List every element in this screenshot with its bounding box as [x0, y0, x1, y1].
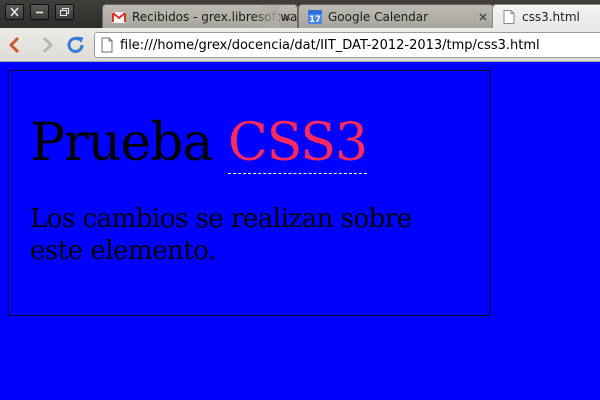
minimize-icon — [36, 11, 43, 14]
tab-title: css3.html — [522, 10, 580, 24]
tab-close-icon[interactable] — [281, 11, 293, 23]
forward-arrow-icon[interactable] — [34, 33, 58, 57]
close-icon — [10, 7, 19, 17]
paragraph-line: Los cambios se realizan sobre — [30, 204, 412, 234]
tab-css3-html[interactable]: css3.html — [492, 4, 600, 29]
window-minimize-button[interactable] — [30, 4, 49, 20]
page-icon — [101, 37, 113, 53]
window-maximize-button[interactable] — [55, 4, 74, 20]
tab-google-calendar[interactable]: 17 Google Calendar — [298, 4, 494, 28]
document-icon — [503, 10, 515, 24]
back-arrow-icon[interactable] — [4, 33, 28, 57]
tab-title: Google Calendar — [328, 10, 429, 24]
calendar-icon: 17 — [308, 10, 322, 25]
address-bar[interactable]: file:///home/grex/docencia/dat/IIT_DAT-2… — [94, 32, 600, 58]
content-box: Prueba CSS3 Los cambios se realizan sobr… — [8, 70, 490, 316]
gmail-icon — [111, 11, 127, 24]
browser-window: Recibidos - grex.libresoftwa 17 Google C… — [0, 0, 600, 400]
heading-accent: CSS3 — [227, 113, 368, 174]
tab-close-icon[interactable] — [477, 11, 489, 23]
tab-gmail[interactable]: Recibidos - grex.libresoftwa — [102, 4, 298, 28]
browser-toolbar: file:///home/grex/docencia/dat/IIT_DAT-2… — [0, 28, 600, 62]
tab-strip: Recibidos - grex.libresoftwa 17 Google C… — [0, 0, 600, 29]
heading-prefix: Prueba — [30, 113, 228, 173]
calendar-badge: 17 — [309, 15, 321, 25]
page-heading: Prueba CSS3 — [30, 113, 368, 174]
paragraph-line: este elemento. — [30, 236, 216, 266]
reload-icon[interactable] — [64, 33, 88, 57]
url-text[interactable]: file:///home/grex/docencia/dat/IIT_DAT-2… — [120, 37, 540, 54]
restore-icon — [60, 8, 69, 16]
page-viewport: Prueba CSS3 Los cambios se realizan sobr… — [0, 62, 600, 400]
window-close-button[interactable] — [5, 4, 24, 20]
content-paragraph: Los cambios se realizan sobre este eleme… — [30, 203, 450, 267]
